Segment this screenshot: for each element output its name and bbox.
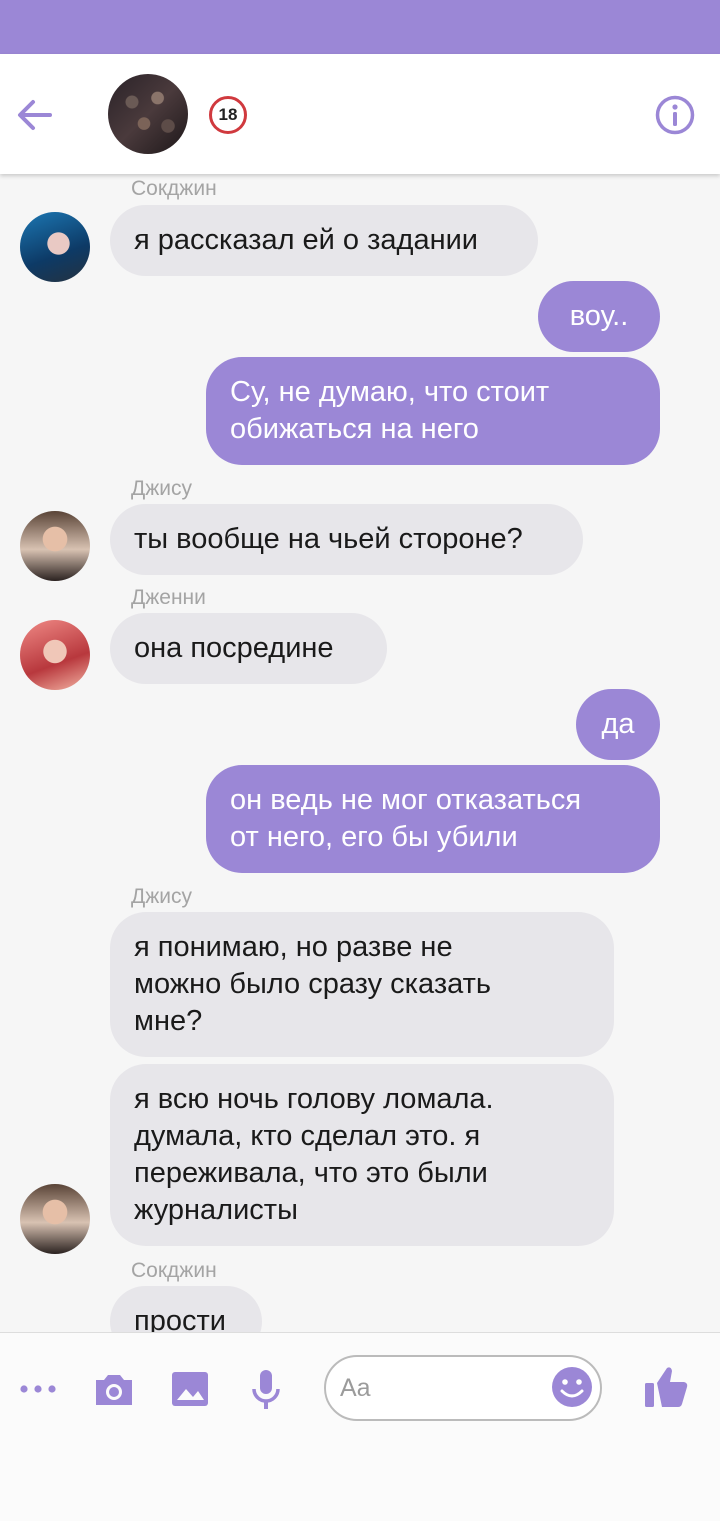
message-incoming[interactable]: я понимаю, но разве не можно было сразу …: [110, 912, 614, 1057]
avatar-jennie[interactable]: [20, 620, 90, 690]
sender-name: Джису: [131, 885, 193, 908]
info-icon: [655, 95, 695, 135]
chat-header: 18: [0, 54, 720, 174]
emoji-button[interactable]: [548, 1363, 596, 1411]
camera-icon: [96, 1375, 132, 1405]
age-restriction-badge: 18: [209, 96, 247, 134]
message-incoming[interactable]: ты вообще на чьей стороне?: [110, 504, 583, 575]
microphone-icon: [252, 1370, 280, 1409]
like-button[interactable]: [642, 1363, 690, 1411]
image-icon: [172, 1372, 208, 1406]
sender-name: Сокджин: [131, 177, 217, 200]
arrow-left-icon: [18, 100, 52, 130]
message-incoming[interactable]: я рассказал ей о задании: [110, 205, 538, 276]
sender-name: Сокджин: [131, 1259, 217, 1282]
avatar-seokjin[interactable]: [20, 212, 90, 282]
message-incoming[interactable]: она посредине: [110, 613, 387, 684]
group-avatar[interactable]: [108, 74, 188, 154]
sender-name: Джису: [131, 477, 193, 500]
message-outgoing[interactable]: воу..: [538, 281, 660, 352]
status-bar: [0, 0, 720, 54]
message-outgoing[interactable]: Су, не думаю, что стоит обижаться на нег…: [206, 357, 660, 465]
more-button[interactable]: [16, 1367, 60, 1411]
more-icon: [20, 1385, 56, 1393]
info-button[interactable]: [654, 94, 696, 136]
message-list[interactable]: Сокджин я рассказал ей о задании воу.. С…: [0, 174, 720, 1332]
message-outgoing[interactable]: да: [576, 689, 660, 760]
like-icon: [645, 1367, 688, 1407]
voice-button[interactable]: [244, 1367, 288, 1411]
camera-button[interactable]: [92, 1367, 136, 1411]
back-button[interactable]: [14, 94, 56, 136]
message-incoming[interactable]: прости: [110, 1286, 262, 1332]
avatar-jisoo[interactable]: [20, 1184, 90, 1254]
composer-bar: Aa: [0, 1332, 720, 1521]
emoji-icon: [552, 1367, 592, 1407]
avatar-jisoo[interactable]: [20, 511, 90, 581]
gallery-button[interactable]: [168, 1367, 212, 1411]
message-outgoing[interactable]: он ведь не мог отказаться от него, его б…: [206, 765, 660, 873]
message-incoming[interactable]: я всю ночь голову ломала. думала, кто сд…: [110, 1064, 614, 1246]
sender-name: Дженни: [131, 586, 206, 609]
